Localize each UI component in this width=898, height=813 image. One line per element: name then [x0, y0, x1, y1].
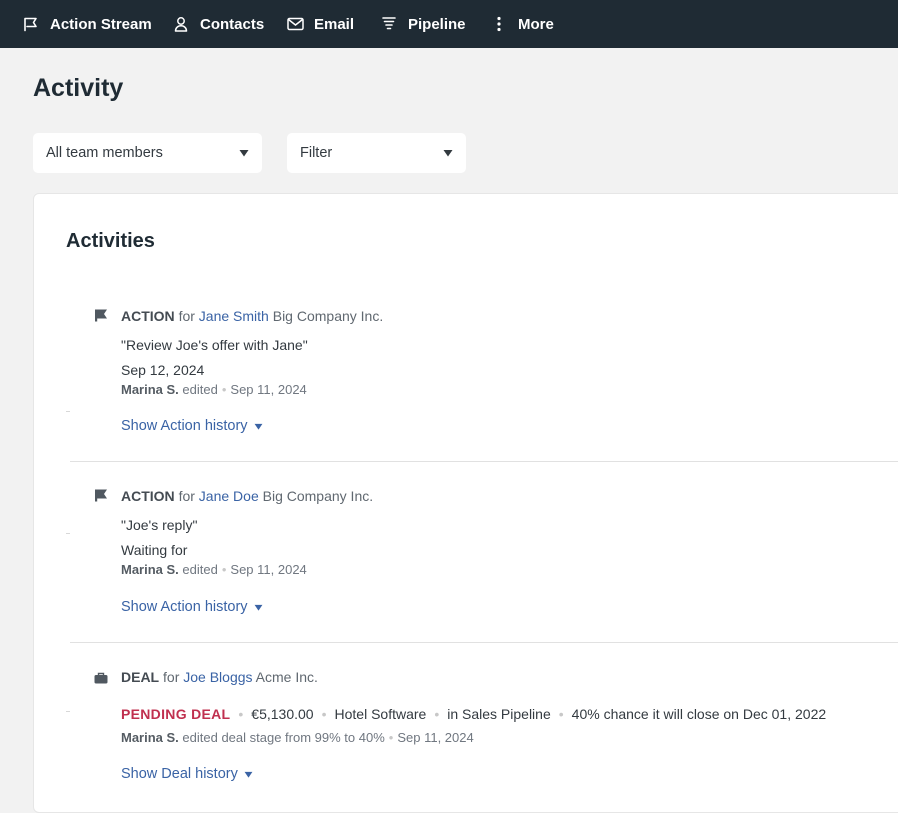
caret-down-icon [443, 145, 453, 161]
flag-icon [94, 489, 108, 503]
separator-dot: • [321, 706, 327, 722]
show-history-link[interactable]: Show Deal history [121, 766, 253, 782]
activity-detail: Sep 12, 2024 [121, 362, 205, 378]
company-name: Big Company Inc. [262, 488, 374, 504]
filter-select[interactable]: Filter [287, 133, 466, 173]
vertical-dots-icon [490, 15, 508, 33]
nav-item-label: Action Stream [50, 15, 152, 33]
deal-product: Hotel Software [334, 706, 427, 722]
flag-icon [94, 309, 108, 323]
author-name: Marina S. [121, 562, 179, 577]
nav-item-label: Contacts [200, 15, 265, 33]
activity-header: DEAL for Joe Bloggs Acme Inc. [121, 669, 318, 685]
activity-meta: Marina S. edited • Sep 11, 2024 [121, 382, 307, 397]
timeline-tick [66, 533, 70, 534]
flag-icon [22, 15, 40, 33]
show-history-link[interactable]: Show Action history [121, 599, 263, 615]
deal-stage-badge: PENDING DEAL [121, 706, 231, 722]
top-nav: Action Stream Contacts Email Pipeline Mo… [0, 0, 898, 48]
activity-meta: Marina S. edited • Sep 11, 2024 [121, 562, 307, 577]
activity-text: "Joe's reply" [121, 517, 198, 533]
activity-verb: edited [182, 382, 218, 397]
briefcase-icon [94, 671, 108, 685]
nav-item-email[interactable]: Email [286, 0, 354, 48]
person-icon [172, 15, 190, 33]
nav-item-pipeline[interactable]: Pipeline [380, 0, 466, 48]
company-name: Acme Inc. [255, 669, 318, 685]
separator-dot: • [388, 730, 394, 745]
author-name: Marina S. [121, 730, 179, 745]
page-title: Activity [33, 74, 124, 102]
separator-dot: • [238, 706, 244, 722]
for-label: for [178, 308, 195, 324]
deal-amount: €5,130.00 [251, 706, 314, 722]
activity-text: "Review Joe's offer with Jane" [121, 337, 308, 353]
nav-item-action-stream[interactable]: Action Stream [22, 0, 152, 48]
caret-down-icon [239, 145, 249, 161]
separator-dot: • [221, 382, 227, 397]
activity-date: Sep 11, 2024 [230, 382, 307, 397]
caret-down-icon [248, 599, 263, 615]
for-label: for [178, 488, 195, 504]
separator-dot: • [434, 706, 440, 722]
activity-verb: edited deal stage from 99% to 40% [182, 730, 385, 745]
activity-date: Sep 11, 2024 [230, 562, 307, 577]
separator-dot: • [221, 562, 227, 577]
nav-item-contacts[interactable]: Contacts [172, 0, 264, 48]
activity-meta: Marina S. edited deal stage from 99% to … [121, 730, 474, 745]
deal-chance: 40% chance it will close on Dec 01, 2022 [571, 706, 827, 722]
team-members-select-value: All team members [46, 145, 163, 161]
activity-date: Sep 11, 2024 [397, 730, 474, 745]
activity-type: DEAL [121, 669, 160, 685]
show-history-label: Show Action history [121, 599, 248, 615]
activity-header: ACTION for Jane Smith Big Company Inc. [121, 308, 383, 324]
nav-item-label: More [518, 15, 554, 33]
show-history-link[interactable]: Show Action history [121, 418, 263, 434]
activity-divider [70, 642, 898, 643]
nav-item-label: Email [314, 15, 355, 33]
funnel-icon [380, 15, 398, 33]
contact-link[interactable]: Jane Smith [199, 308, 269, 324]
show-history-label: Show Deal history [121, 766, 238, 782]
nav-item-more[interactable]: More [490, 0, 554, 48]
panel-title: Activities [66, 230, 155, 252]
activity-divider [70, 461, 898, 462]
caret-down-icon [248, 418, 263, 434]
activity-verb: edited [182, 562, 218, 577]
deal-summary: PENDING DEAL • €5,130.00 • Hotel Software • in… [121, 706, 826, 722]
for-label: for [163, 669, 180, 685]
caret-down-icon [238, 766, 253, 782]
nav-item-label: Pipeline [408, 15, 466, 33]
activity-detail: Waiting for [121, 542, 188, 558]
timeline-tick [66, 411, 70, 412]
timeline-tick [66, 711, 70, 712]
contact-link[interactable]: Joe Bloggs [183, 669, 252, 685]
activity-type: ACTION [121, 488, 175, 504]
activity-header: ACTION for Jane Doe Big Company Inc. [121, 488, 373, 504]
company-name: Big Company Inc. [272, 308, 384, 324]
separator-dot: • [558, 706, 564, 722]
team-members-select[interactable]: All team members [33, 133, 262, 173]
deal-pipeline: in Sales Pipeline [447, 706, 551, 722]
filter-select-value: Filter [300, 145, 333, 161]
author-name: Marina S. [121, 382, 179, 397]
envelope-icon [286, 15, 304, 33]
activity-type: ACTION [121, 308, 175, 324]
activities-panel: Activities ACTION for Jane Smith Big Com… [33, 193, 898, 813]
show-history-label: Show Action history [121, 418, 248, 434]
contact-link[interactable]: Jane Doe [199, 488, 259, 504]
